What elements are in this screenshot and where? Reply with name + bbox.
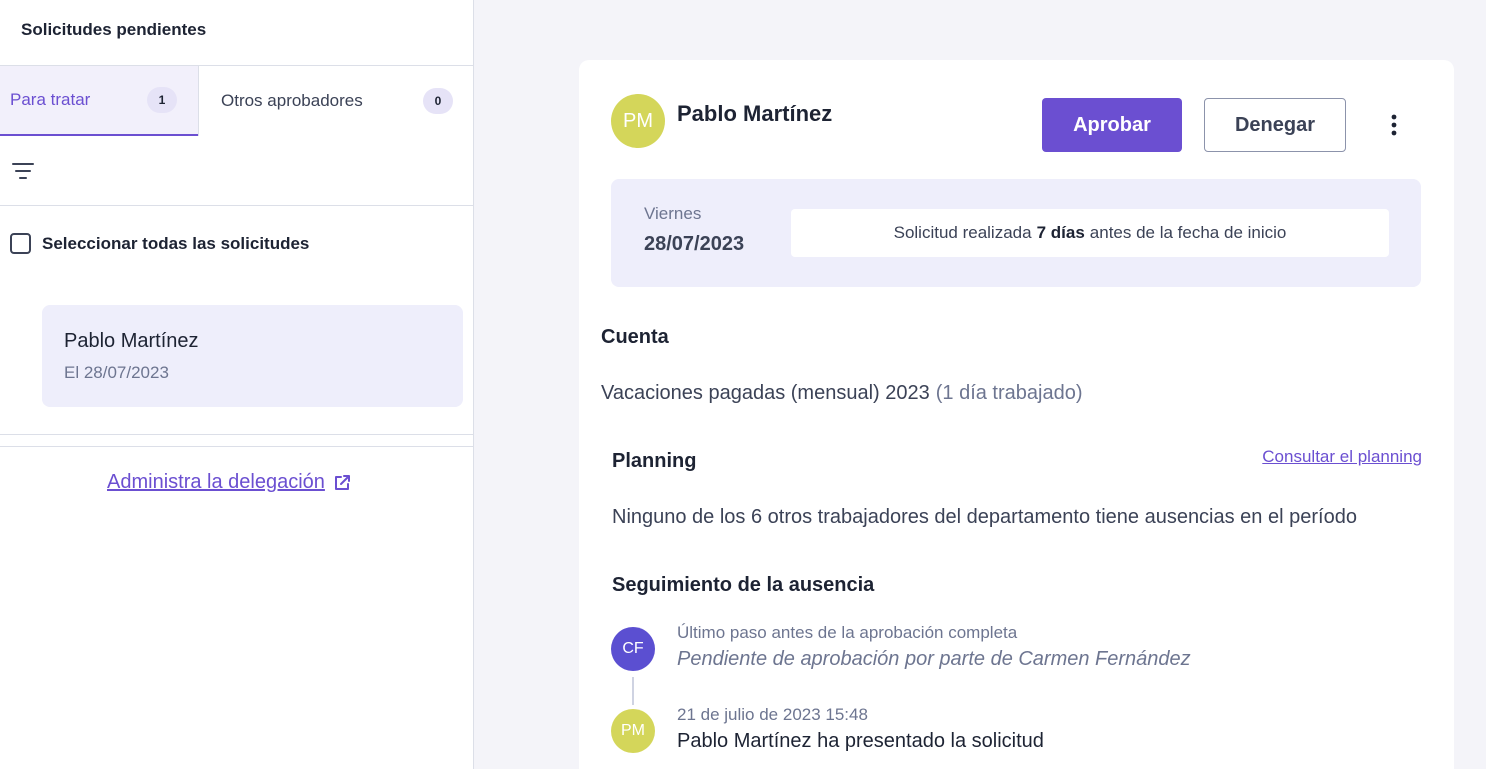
info-suffix: antes de la fecha de inicio [1089,223,1287,242]
select-all-checkbox[interactable] [10,233,31,254]
account-extra: (1 día trabajado) [935,382,1083,404]
divider [0,446,473,447]
select-all-row[interactable]: Seleccionar todas las solicitudes [10,233,309,254]
timeline-step-caption: 21 de julio de 2023 15:48 [677,705,868,724]
external-link-icon [334,474,350,490]
tab-label: Otros aprobadores [221,91,363,110]
employee-name: Pablo Martínez [677,101,833,126]
timeline-step-text: Pablo Martínez ha presentado la solicitu… [677,730,1044,752]
sidebar-title: Solicitudes pendientes [21,20,207,39]
date-summary-box: Viernes 28/07/2023 Solicitud realizada 7… [611,179,1421,287]
tab-para-tratar[interactable]: Para tratar 1 [0,66,198,136]
tab-label: Para tratar [10,90,91,109]
section-title-cuenta: Cuenta [601,326,669,348]
consult-planning-link[interactable]: Consultar el planning [1262,447,1422,467]
section-title-seguimiento: Seguimiento de la ausencia [612,574,875,596]
request-date-value: 28/07/2023 [644,233,745,255]
delegation-link-label: Administra la delegación [107,471,325,493]
info-prefix: Solicitud realizada [893,223,1032,242]
avatar: PM [611,94,665,148]
day-name: Viernes [644,204,702,223]
account-value: Vacaciones pagadas (mensual) 2023 [601,382,930,404]
account-line: Vacaciones pagadas (mensual) 2023 (1 día … [601,382,1083,405]
avatar: PM [611,709,655,753]
deny-button[interactable]: Denegar [1204,98,1346,152]
timeline-connector [632,677,634,705]
planning-summary: Ninguno de los 6 otros trabajadores del … [612,506,1357,528]
section-title-planning: Planning [612,450,697,472]
sidebar: Solicitudes pendientes Para tratar 1 Otr… [0,0,474,769]
divider [0,434,473,435]
request-name: Pablo Martínez [64,330,199,352]
request-timing-info: Solicitud realizada 7 días antes de la f… [791,209,1389,257]
delegation-link[interactable]: Administra la delegación [107,471,351,494]
request-date: El 28/07/2023 [64,363,169,382]
timeline-step-text: Pendiente de aprobación por parte de Car… [677,648,1191,670]
info-days: 7 días [1036,223,1085,242]
request-card[interactable]: Pablo Martínez El 28/07/2023 [42,305,463,407]
approve-button[interactable]: Aprobar [1042,98,1182,152]
timeline-step-caption: Último paso antes de la aprobación compl… [677,623,1018,642]
count-badge: 1 [147,87,177,113]
request-detail-panel: PM Pablo Martínez Aprobar Denegar Vierne… [579,60,1454,769]
tab-otros-aprobadores[interactable]: Otros aprobadores 0 [198,66,473,136]
select-all-label: Seleccionar todas las solicitudes [42,233,310,253]
more-options-icon[interactable] [1384,112,1404,138]
avatar: CF [611,627,655,671]
filter-icon[interactable] [11,159,35,183]
divider [0,205,473,206]
count-badge: 0 [423,88,453,114]
